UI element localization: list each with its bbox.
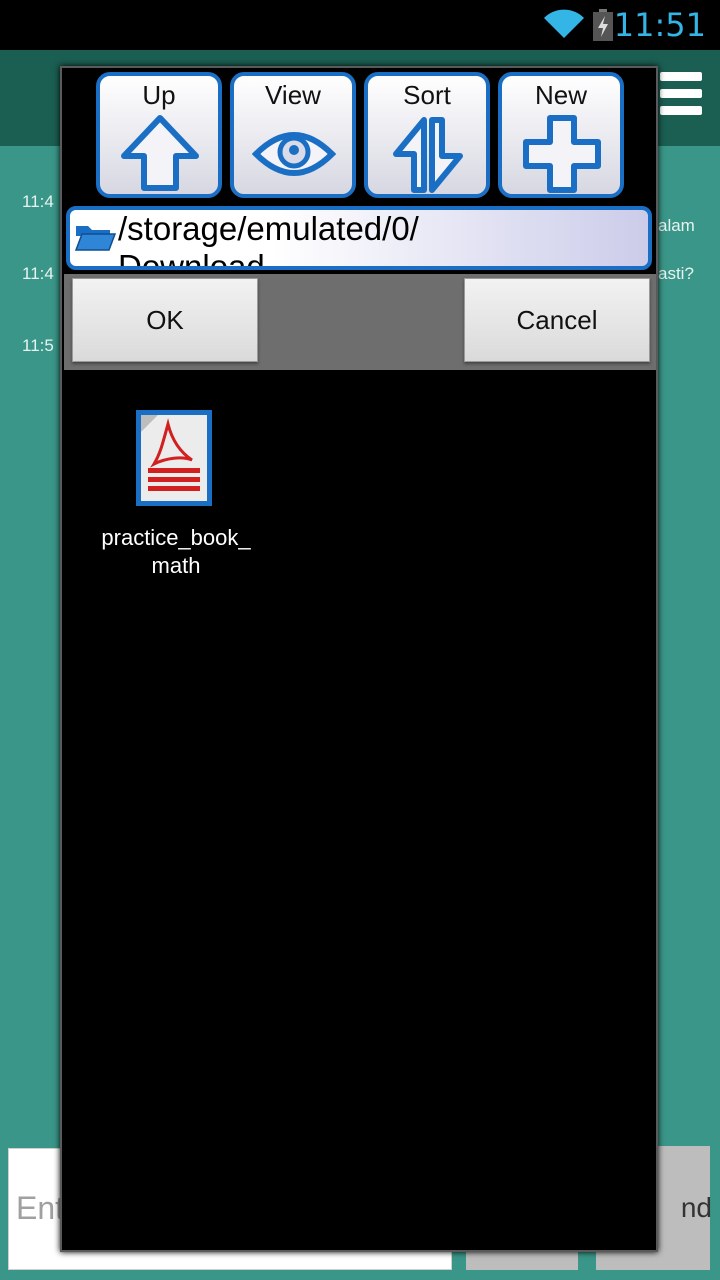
sort-icon	[393, 117, 463, 193]
new-button[interactable]: New	[498, 72, 624, 198]
file-name-line: practice_book_	[101, 525, 251, 550]
battery-charging-icon	[593, 9, 613, 41]
status-time: 11:51	[613, 6, 706, 44]
ok-button[interactable]: OK	[72, 278, 258, 362]
file-name-line: math	[151, 553, 201, 578]
view-button[interactable]: View	[230, 72, 356, 198]
message-timestamp: 11:5	[22, 336, 54, 355]
message-timestamp: 11:4	[22, 192, 54, 211]
path-line: /storage/emulated/0/	[118, 210, 419, 247]
send-button-label: nd	[680, 1192, 712, 1223]
file-chooser-dialog: Up View Sort New /storage/emulated/0/ Do…	[60, 66, 658, 1252]
file-name: practice_book_ math	[84, 524, 268, 580]
file-list: practice_book_ math	[62, 370, 656, 1250]
current-path: /storage/emulated/0/ Download	[118, 210, 638, 270]
menu-icon[interactable]	[660, 72, 702, 123]
dialog-action-bar: OK Cancel	[64, 274, 656, 370]
view-label: View	[265, 80, 321, 110]
new-label: New	[534, 80, 587, 110]
path-line: Download	[118, 248, 265, 270]
up-label: Up	[142, 80, 176, 110]
sort-button[interactable]: Sort	[364, 72, 490, 198]
message-timestamp: 11:4	[22, 264, 54, 283]
path-bar: /storage/emulated/0/ Download	[66, 206, 652, 270]
wifi-icon	[544, 9, 584, 38]
pdf-file-icon	[136, 410, 212, 506]
folder-open-icon	[74, 226, 116, 251]
plus-icon	[523, 115, 601, 193]
file-item[interactable]: practice_book_ math	[84, 406, 268, 586]
status-bar: 11:51	[0, 0, 720, 50]
eye-icon	[252, 132, 336, 176]
up-arrow-icon	[121, 115, 199, 191]
message-input-placeholder: Ent	[16, 1190, 65, 1226]
message-text: asti?	[658, 264, 694, 283]
cancel-button[interactable]: Cancel	[464, 278, 650, 362]
dialog-toolbar: Up View Sort New	[62, 68, 656, 208]
message-text: alam	[658, 216, 695, 235]
sort-label: Sort	[403, 80, 451, 110]
up-button[interactable]: Up	[96, 72, 222, 198]
